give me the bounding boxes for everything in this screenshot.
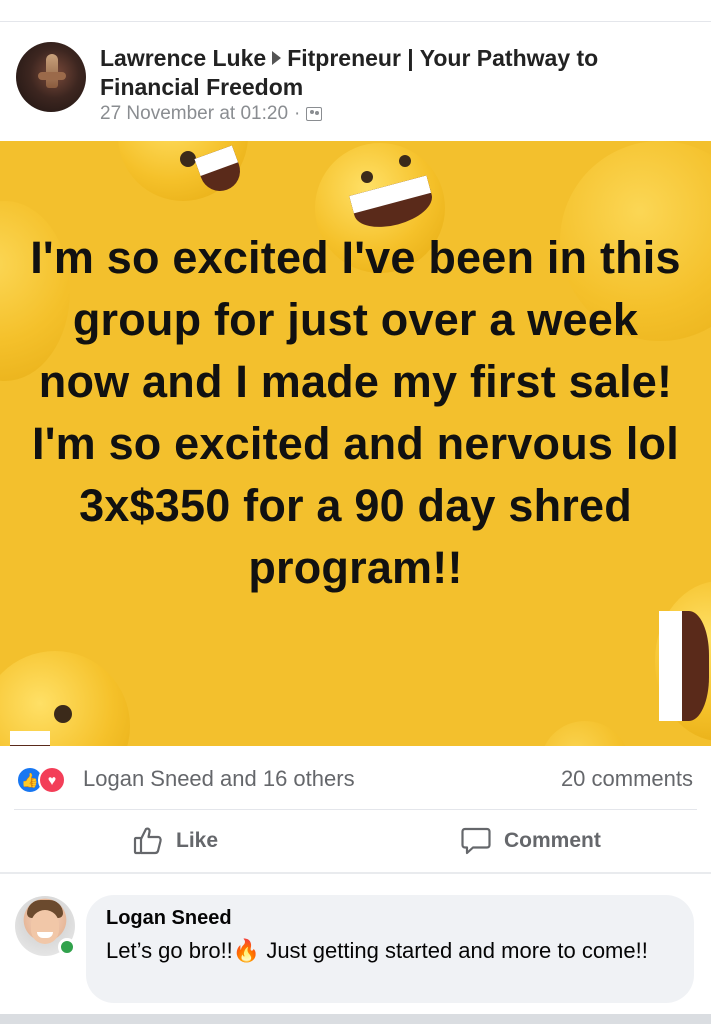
emoji-bottom-center-decoration — [540, 721, 630, 746]
emoji-eye — [54, 705, 72, 723]
comment-count[interactable]: 20 comments — [561, 766, 693, 792]
emoji-eye — [399, 155, 411, 167]
love-reaction-icon: ♥ — [38, 766, 66, 794]
post-image[interactable]: I'm so excited I've been in this group f… — [0, 141, 711, 746]
post-actions: Like Comment — [0, 810, 711, 872]
like-label: Like — [176, 829, 219, 852]
emoji-mouth — [194, 145, 246, 197]
avatar-figure — [46, 54, 58, 88]
shared-to-arrow-icon — [272, 51, 282, 65]
like-button[interactable]: Like — [132, 824, 218, 858]
emoji-eye — [361, 171, 373, 183]
comment-bubble[interactable]: Logan Sneed Let’s go bro!!🔥 Just getting… — [86, 895, 694, 1003]
author-line: Lawrence Luke Fitpreneur | Your Pathway t… — [100, 44, 680, 102]
emoji-top-left-decoration — [118, 141, 248, 201]
meta-separator: · — [294, 103, 301, 124]
bottom-separator — [0, 1014, 711, 1024]
comment-button[interactable]: Comment — [460, 824, 601, 858]
reaction-summary[interactable]: Logan Sneed and 16 others — [83, 766, 355, 792]
comment-text-end: Just getting started and more to come!! — [260, 938, 648, 963]
author-name[interactable]: Lawrence Luke — [100, 45, 266, 71]
comment-text: Let’s go bro!!🔥 Just getting started and… — [106, 936, 674, 966]
author-avatar[interactable] — [16, 42, 86, 112]
comment-text-start: Let’s go bro!! — [106, 938, 233, 963]
comment-item: Logan Sneed Let’s go bro!!🔥 Just getting… — [0, 874, 711, 1014]
comment-label: Comment — [504, 829, 601, 852]
avatar-figure-arms — [38, 72, 66, 80]
reactions-bar: 👍 ♥ Logan Sneed and 16 others 20 comment… — [0, 746, 711, 810]
emoji-mouth — [349, 175, 437, 235]
comment-bubble-icon — [461, 827, 491, 855]
avatar-face — [31, 910, 59, 944]
post-meta: 27 November at 01:20 · — [100, 103, 323, 125]
emoji-bottom-right-decoration — [655, 581, 711, 741]
reaction-icons[interactable]: 👍 ♥ — [16, 766, 76, 794]
top-spacer — [0, 0, 711, 22]
emoji-bottom-left-decoration — [0, 651, 130, 746]
commenter-name[interactable]: Logan Sneed — [106, 905, 674, 931]
post-timestamp[interactable]: 27 November at 01:20 — [100, 103, 288, 125]
emoji-mouth — [10, 731, 50, 746]
online-status-dot — [58, 938, 76, 956]
fire-emoji-icon: 🔥 — [232, 938, 261, 963]
thumbs-up-icon — [133, 827, 162, 855]
post-image-text: I'm so excited I've been in this group f… — [30, 232, 681, 593]
emoji-mouth — [659, 611, 709, 721]
group-privacy-icon — [306, 107, 323, 121]
post-header: Lawrence Luke Fitpreneur | Your Pathway t… — [0, 23, 711, 141]
